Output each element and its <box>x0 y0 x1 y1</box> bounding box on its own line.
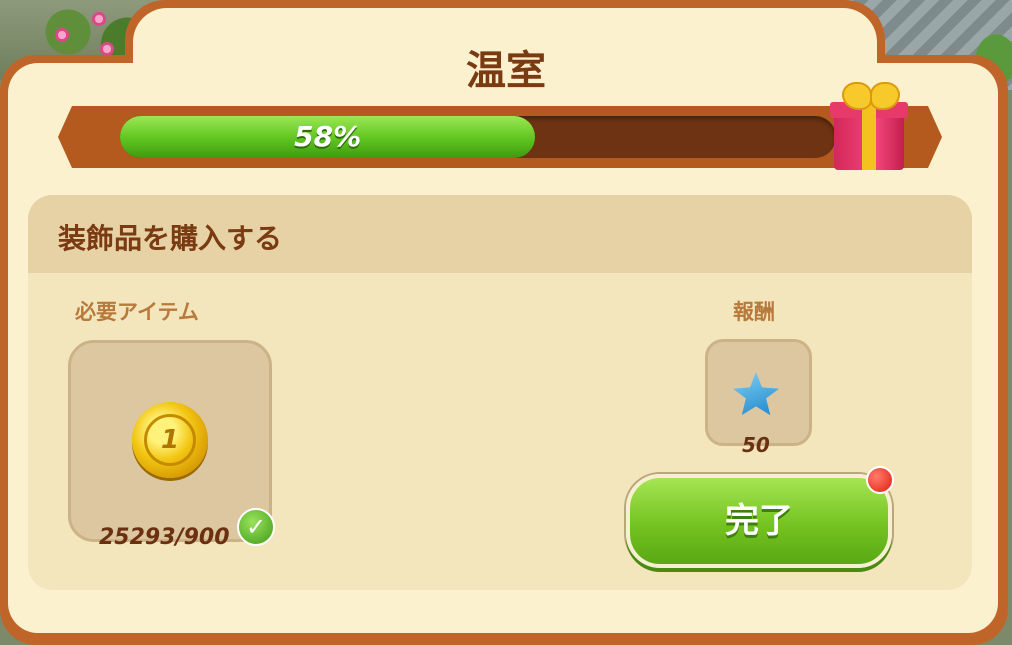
gold-coin-icon: 1 <box>132 402 208 478</box>
progress-bar: 58% <box>120 116 836 158</box>
task-title: 装飾品を購入する <box>58 222 283 255</box>
complete-button-label: 完了 <box>725 501 793 541</box>
check-icon: ✓ <box>237 508 275 546</box>
required-items-label: 必要アイテム <box>75 300 199 324</box>
task-dialog: 温室 58% 装飾品を購入する 必要アイテム 報酬 1 25293/900 ✓ … <box>0 0 1012 645</box>
complete-button[interactable]: 完了 <box>626 474 892 568</box>
required-item-count: 25293/900 <box>99 525 230 550</box>
gift-box-icon[interactable] <box>828 78 910 176</box>
notification-dot <box>866 466 894 494</box>
progress-percent: 58% <box>294 120 362 153</box>
reward-label: 報酬 <box>733 300 775 324</box>
task-card-header: 装飾品を購入する <box>28 195 972 273</box>
reward-count: 50 <box>742 433 770 457</box>
coin-face: 1 <box>144 414 196 466</box>
